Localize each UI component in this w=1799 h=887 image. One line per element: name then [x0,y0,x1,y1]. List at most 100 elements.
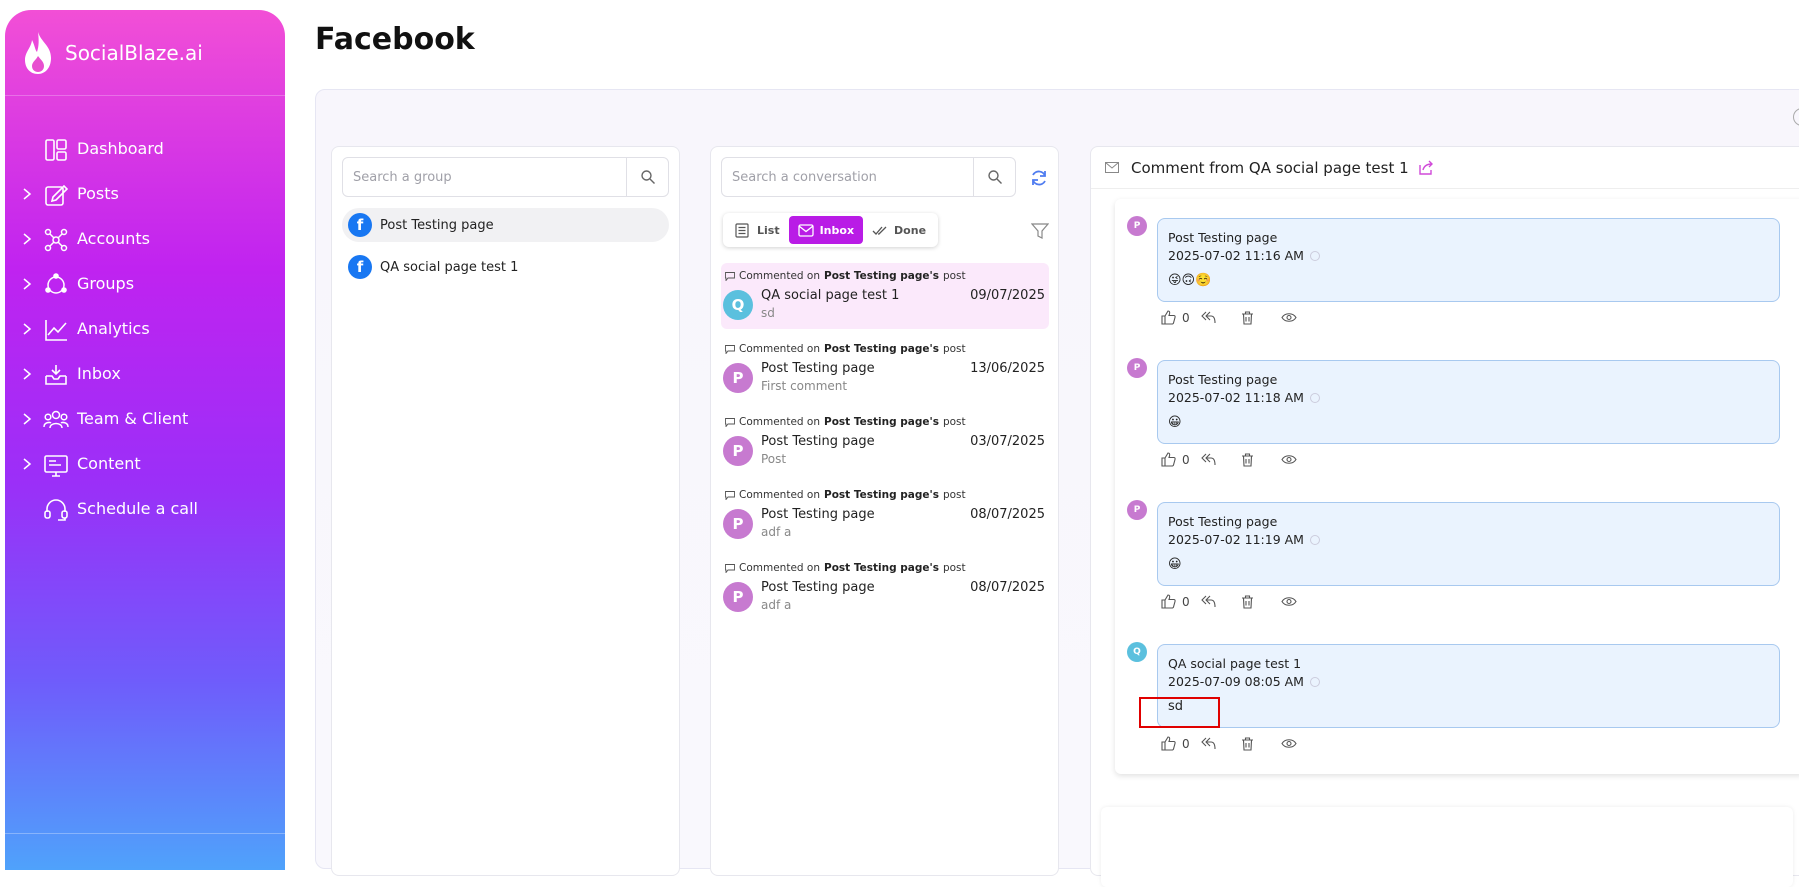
sidebar-item-label: Team & Client [77,409,189,428]
content-icon [44,455,68,477]
conversation-name: QA social page test 1 [761,288,900,303]
comment-author: Post Testing page [1168,230,1278,245]
tab-done[interactable]: Done [863,216,935,244]
sidebar-item-label: Inbox [77,364,121,383]
chevron-right-icon[interactable] [21,457,33,471]
divider [5,833,285,834]
view-button[interactable] [1281,454,1321,465]
conversation-name: Post Testing page [761,361,875,376]
chevron-right-icon[interactable] [21,232,33,246]
reply-box[interactable] [1101,807,1793,887]
sidebar-item-label: Content [77,454,141,473]
conversation-item[interactable]: Commented on Post Testing page's post P Post… [721,555,1049,621]
like-button[interactable]: 0 [1161,310,1201,325]
sidebar-item-label: Dashboard [77,139,164,158]
sidebar-item-label: Groups [77,274,135,293]
tab-inbox[interactable]: Inbox [788,216,864,244]
like-button[interactable]: 0 [1161,594,1201,609]
sidebar-item-groups[interactable]: Groups [5,262,285,307]
facebook-icon: f [348,255,372,279]
group-name: QA social page test 1 [380,259,519,275]
search-button[interactable] [626,158,668,196]
conversation-name: Post Testing page [761,434,875,449]
view-button[interactable] [1281,596,1321,607]
sidebar-item-posts[interactable]: Posts [5,172,285,217]
sidebar-item-schedule-a-call[interactable]: Schedule a call [5,487,285,532]
sidebar-item-analytics[interactable]: Analytics [5,307,285,352]
like-button[interactable]: 0 [1161,452,1201,467]
reply-button[interactable] [1201,311,1241,324]
group-search-input[interactable] [343,158,626,196]
reply-button[interactable] [1201,737,1241,750]
delete-button[interactable] [1241,452,1281,467]
comment-time-row: 2025-07-02 11:19 AM [1168,532,1320,547]
filter-icon[interactable] [1031,222,1049,240]
like-button[interactable]: 0 [1161,736,1201,751]
sidebar-item-accounts[interactable]: Accounts [5,217,285,262]
conversation-item[interactable]: Commented on Post Testing page's post P Post… [721,409,1049,475]
avatar: Q [723,290,753,320]
reply-button[interactable] [1201,453,1241,466]
view-button[interactable] [1281,312,1321,323]
conversation-item[interactable]: Commented on Post Testing page's post Q QA s… [721,263,1049,329]
comment-message: P Post Testing page 2025-07-02 11:19 AM 😀 0 [1115,480,1799,622]
meta-page: Post Testing page's [824,343,939,355]
conversations-panel: List Inbox Done Commented on Post Testing p… [710,146,1059,876]
comment-thread: P Post Testing page 2025-07-02 11:16 AM 😜🙃☺… [1115,199,1799,774]
group-item[interactable]: f QA social page test 1 [342,250,669,284]
chevron-right-icon[interactable] [21,412,33,426]
conversation-search [721,157,1016,197]
chevron-right-icon[interactable] [21,322,33,336]
tab-label: Done [894,223,927,237]
meta-page: Post Testing page's [824,270,939,282]
meta-prefix: Commented on [739,343,820,355]
refresh-icon[interactable] [1029,168,1049,188]
analytics-icon [45,320,67,341]
comment-body: 😜🙃☺️ [1168,273,1212,288]
delete-button[interactable] [1241,310,1281,325]
sidebar-item-label: Accounts [77,229,150,248]
meta-suffix: post [942,562,966,574]
thumbs-up-icon [1161,736,1176,751]
trash-icon [1242,736,1253,751]
meta-suffix: post [942,489,966,501]
conversation-item[interactable]: Commented on Post Testing page's post P Post… [721,336,1049,402]
tab-list[interactable]: List [726,216,789,244]
brand-name: SocialBlaze.ai [65,41,203,65]
conversation-meta: Commented on Post Testing page's post [725,562,966,574]
sidebar-item-team-client[interactable]: Team & Client [5,397,285,442]
sidebar-item-dashboard[interactable]: Dashboard [5,127,285,172]
inbox-icon [45,365,67,385]
chevron-right-icon[interactable] [21,367,33,381]
chevron-right-icon[interactable] [21,277,33,291]
mail-icon [1105,162,1119,173]
reply-button[interactable] [1201,595,1241,608]
meta-page: Post Testing page's [824,489,939,501]
comment-message: P Post Testing page 2025-07-02 11:18 AM 😀 0 [1115,338,1799,480]
brand-logo[interactable]: SocialBlaze.ai [19,28,203,78]
meta-page: Post Testing page's [824,562,939,574]
search-button[interactable] [973,158,1015,196]
share-icon[interactable] [1417,159,1435,177]
view-button[interactable] [1281,738,1321,749]
chevron-right-icon[interactable] [21,187,33,201]
page-title: Facebook [315,22,475,57]
delete-button[interactable] [1241,736,1281,751]
conversation-item[interactable]: Commented on Post Testing page's post P Post… [721,482,1049,548]
comment-icon [725,490,735,500]
sidebar-item-label: Analytics [77,319,150,338]
sidebar-item-label: Posts [77,184,119,203]
eye-icon [1281,313,1297,322]
trash-icon [1242,452,1253,467]
conversation-date: 13/06/2025 [970,361,1045,376]
conversation-date: 03/07/2025 [970,434,1045,449]
sidebar-item-content[interactable]: Content [5,442,285,487]
comment-bubble: Post Testing page 2025-07-02 11:19 AM 😀 [1157,502,1780,586]
thumbs-up-icon [1161,452,1176,467]
delete-button[interactable] [1241,594,1281,609]
meta-suffix: post [942,416,966,428]
conversation-search-input[interactable] [722,158,973,196]
group-item[interactable]: f Post Testing page [342,208,669,242]
highlight-box [1139,697,1220,728]
sidebar-item-inbox[interactable]: Inbox [5,352,285,397]
